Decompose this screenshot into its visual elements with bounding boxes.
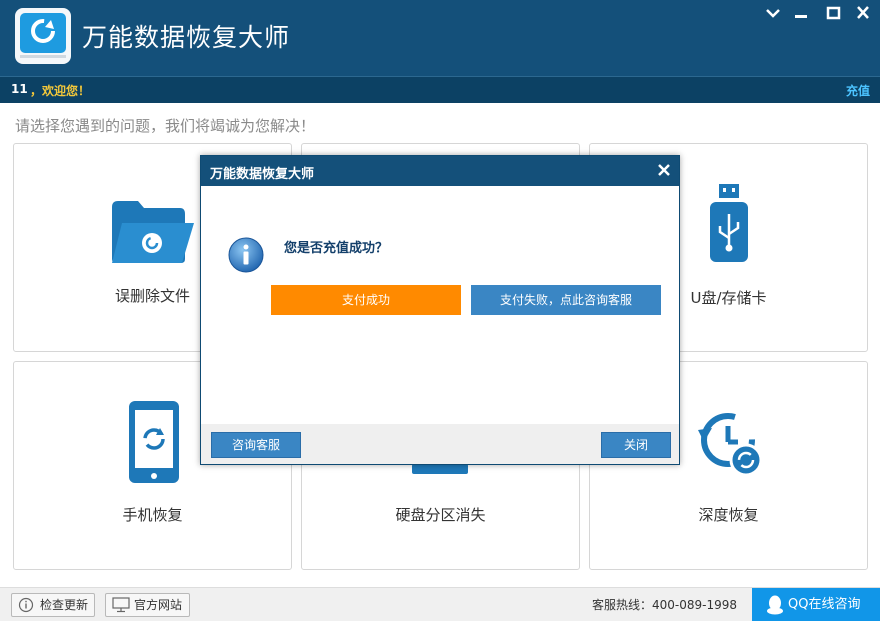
minimize-chevron-icon[interactable] — [762, 4, 784, 22]
status-bar: 检查更新 官方网站 客服热线：400-089-1998 QQ在线咨询 — [0, 587, 880, 621]
refresh-icon — [31, 19, 55, 43]
pay-success-button[interactable]: 支付成功 — [271, 285, 461, 315]
recharge-link[interactable]: 充值 — [846, 82, 870, 99]
title-bar: 万能数据恢复大师 — [0, 0, 880, 76]
info-icon — [228, 237, 264, 273]
pay-fail-consult-button[interactable]: 支付失败，点此咨询客服 — [471, 285, 661, 315]
qq-online-button[interactable]: QQ在线咨询 — [752, 588, 880, 621]
folder-refresh-icon — [112, 201, 194, 263]
page-prompt: 请选择您遇到的问题，我们将竭诚为您解决！ — [15, 117, 316, 135]
official-site-button[interactable]: 官方网站 — [105, 593, 190, 617]
qq-online-label: QQ在线咨询 — [788, 597, 861, 612]
qq-penguin-icon — [767, 595, 783, 615]
close-icon[interactable] — [852, 4, 874, 22]
hotline-text: 客服热线：400-089-1998 — [592, 598, 738, 612]
card-label-phone-recovery: 手机恢复 — [122, 506, 183, 524]
welcome-text: ，欢迎您！ — [30, 84, 91, 98]
dialog-header: 万能数据恢复大师 — [201, 156, 679, 186]
phone-refresh-icon — [129, 401, 179, 483]
user-id: 11 — [11, 82, 28, 96]
app-title: 万能数据恢复大师 — [82, 23, 291, 52]
card-label-partition-lost: 硬盘分区消失 — [395, 506, 486, 524]
dialog-close-button[interactable]: 关闭 — [601, 432, 671, 458]
card-label-deep-recovery: 深度恢复 — [698, 506, 759, 524]
monitor-icon — [112, 597, 130, 613]
user-bar: 11 ，欢迎您！ 充值 — [0, 76, 880, 103]
dialog-footer: 咨询客服 关闭 — [201, 424, 679, 464]
check-update-label: 检查更新 — [40, 598, 89, 612]
consult-service-button[interactable]: 咨询客服 — [211, 432, 301, 458]
usb-drive-icon — [710, 184, 748, 262]
minimize-icon[interactable] — [790, 4, 812, 22]
app-logo — [15, 8, 71, 64]
check-update-button[interactable]: 检查更新 — [11, 593, 95, 617]
recharge-confirm-dialog: 万能数据恢复大师 您是否充值成功？ 支付成功 支付失败，点此咨询客服 咨询客服 … — [200, 155, 680, 465]
dialog-title: 万能数据恢复大师 — [210, 167, 315, 182]
maximize-icon[interactable] — [823, 4, 845, 22]
dialog-close-icon[interactable] — [657, 163, 671, 177]
info-circle-icon — [18, 597, 34, 613]
clock-refresh-icon — [698, 413, 763, 477]
dialog-question: 您是否充值成功？ — [284, 241, 389, 256]
official-site-label: 官方网站 — [134, 598, 183, 612]
